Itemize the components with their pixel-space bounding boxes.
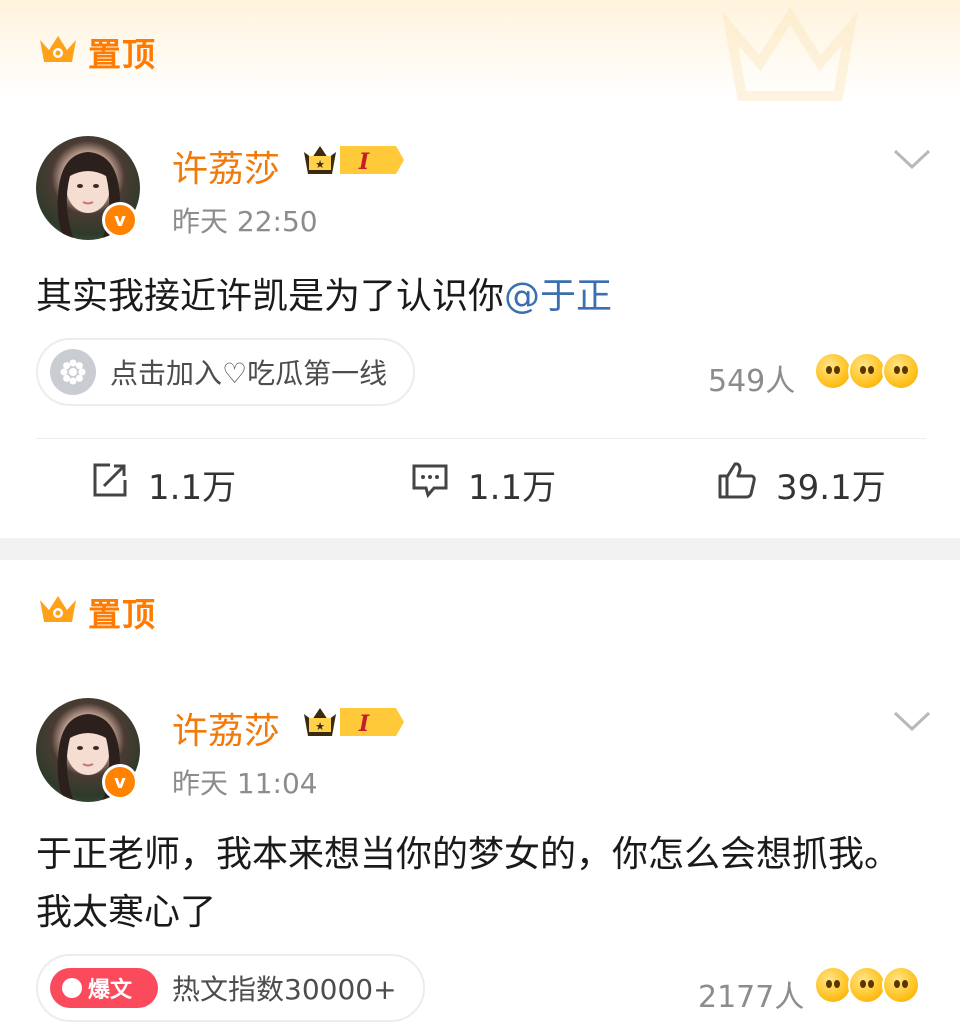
shocked-emoji-icon <box>848 352 886 390</box>
reaction-emojis[interactable] <box>814 966 920 1004</box>
reaction-count[interactable]: 549人 <box>708 356 795 400</box>
like-count: 39.1万 <box>776 468 886 508</box>
pinned-header: 置顶 <box>0 560 960 660</box>
laugh-emoji-icon <box>882 966 920 1004</box>
pinned-label: 置顶 <box>38 28 156 76</box>
comment-icon <box>410 460 468 509</box>
reaction-count[interactable]: 2177人 <box>698 972 804 1016</box>
hot-article-chip[interactable]: 爆文 热文指数30000+ <box>36 954 425 1022</box>
thumbs-up-icon <box>716 460 776 509</box>
post-text: 其实我接近许凯是为了认识你 <box>36 276 505 317</box>
repost-count: 1.1万 <box>148 468 237 508</box>
hot-article-badge: 爆文 <box>50 968 158 1008</box>
crown-icon <box>38 592 78 632</box>
post-time: 昨天 22:50 <box>172 205 318 238</box>
author-name[interactable]: 许荔莎 <box>172 702 280 754</box>
weibo-post[interactable]: 置顶 v 许荔莎 ★ I 昨天 11:04 于正老师，我本来想当你的梦女的，你怎… <box>0 560 960 1035</box>
crown-icon <box>38 32 78 72</box>
watermark-crown-icon <box>721 8 859 101</box>
pinned-text: 置顶 <box>88 595 156 634</box>
pinned-text: 置顶 <box>88 35 156 74</box>
pinned-header: 置顶 <box>0 0 960 101</box>
chip-label: 点击加入♡吃瓜第一线 <box>110 357 388 390</box>
post-content: 其实我接近许凯是为了认识你@于正 <box>36 268 926 326</box>
chip-label: 热文指数30000+ <box>172 973 397 1006</box>
shocked-emoji-icon <box>814 966 852 1004</box>
post-time: 昨天 11:04 <box>172 767 318 800</box>
flame-icon <box>62 978 82 998</box>
kiss-emoji-icon <box>848 966 886 1004</box>
svg-text:I: I <box>358 149 370 175</box>
svg-text:I: I <box>358 711 370 737</box>
comment-count: 1.1万 <box>468 468 557 508</box>
divider <box>36 438 926 439</box>
repost-icon <box>90 460 148 509</box>
weibo-post[interactable]: 置顶 v 许荔莎 ★ I 昨天 22:50 其实我接近许凯是为了认识你@于正 点… <box>0 0 960 538</box>
verified-icon: v <box>102 764 138 800</box>
pinned-label: 置顶 <box>38 588 156 636</box>
post-separator <box>0 538 960 560</box>
hot-badge-label: 爆文 <box>88 978 133 1003</box>
post-content: 于正老师，我本来想当你的梦女的，你怎么会想抓我。我太寒心了 <box>36 826 926 942</box>
mention-link[interactable]: @于正 <box>504 276 612 317</box>
like-button[interactable]: 39.1万 <box>716 460 886 509</box>
reaction-emojis[interactable] <box>814 352 920 390</box>
svg-text:★: ★ <box>315 158 325 171</box>
supertopic-chip[interactable]: 点击加入♡吃瓜第一线 <box>36 338 416 406</box>
kiwi-slice-icon <box>50 349 96 395</box>
chevron-down-icon[interactable] <box>893 148 931 176</box>
kiss-emoji-icon <box>814 352 852 390</box>
author-name[interactable]: 许荔莎 <box>172 140 280 192</box>
action-bar: 1.1万 1.1万 39.1万 <box>0 460 960 520</box>
verified-icon: v <box>102 202 138 238</box>
member-badge-icon[interactable]: ★ I <box>300 702 406 746</box>
chevron-down-icon[interactable] <box>893 710 931 738</box>
comment-button[interactable]: 1.1万 <box>410 460 556 509</box>
laugh-emoji-icon <box>882 352 920 390</box>
post-text: 于正老师，我本来想当你的梦女的，你怎么会想抓我。我太寒心了 <box>36 834 901 933</box>
svg-text:★: ★ <box>315 720 325 733</box>
member-badge-icon[interactable]: ★ I <box>300 140 406 184</box>
repost-button[interactable]: 1.1万 <box>90 460 236 509</box>
